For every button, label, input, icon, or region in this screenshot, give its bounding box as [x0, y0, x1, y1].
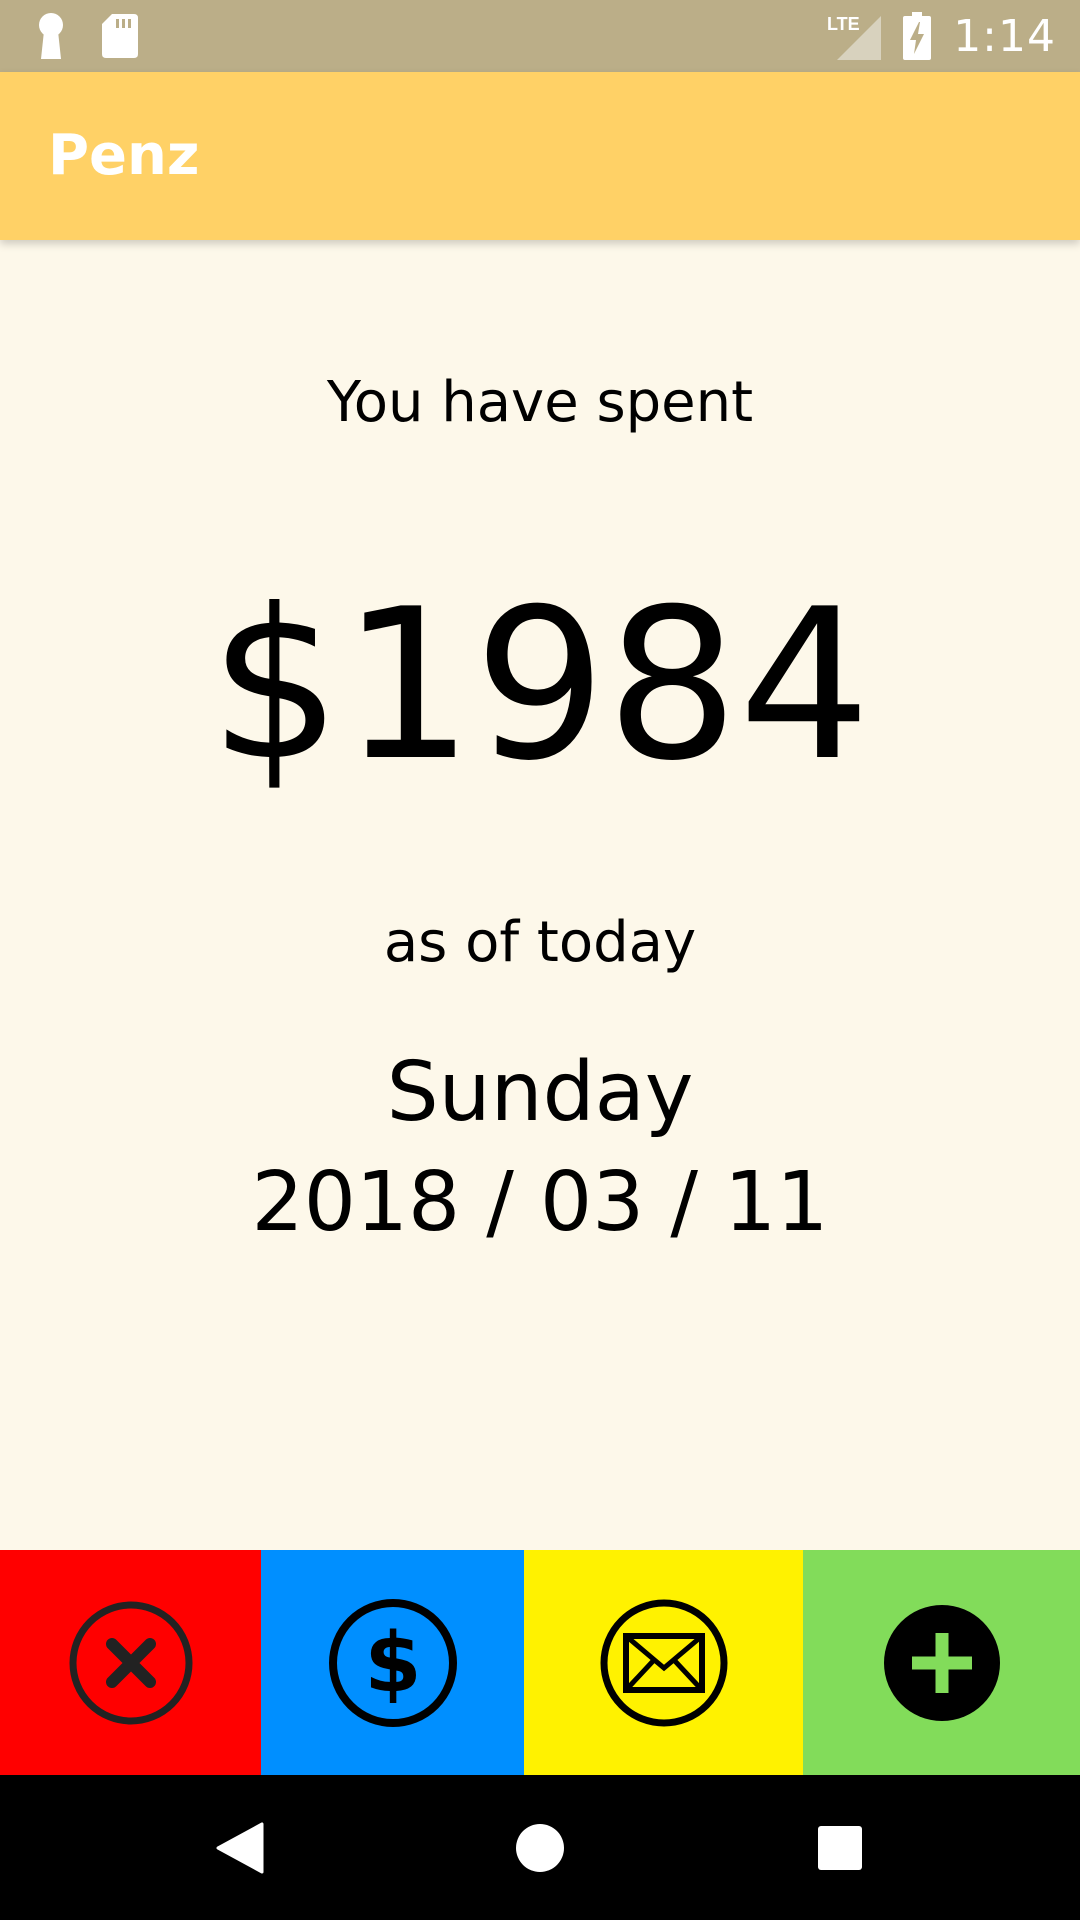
- spent-amount: $1984: [209, 565, 871, 807]
- as-of-label: as of today: [383, 910, 697, 975]
- svg-text:$: $: [364, 1616, 421, 1711]
- status-bar: LTE 1:14: [0, 0, 1080, 72]
- close-circle-icon: [69, 1601, 192, 1724]
- cancel-button[interactable]: [0, 1550, 261, 1775]
- recents-square-icon: [818, 1825, 862, 1870]
- envelope-circle-icon: [600, 1599, 727, 1726]
- date-label: 2018 / 03 / 11: [251, 1155, 829, 1250]
- sd-card-icon: [102, 14, 138, 58]
- plus-circle-icon: [883, 1604, 1000, 1721]
- app-title: Penz: [48, 123, 200, 188]
- nav-back-button[interactable]: [180, 1775, 300, 1920]
- status-bar-right: LTE 1:14: [825, 0, 1056, 72]
- keyhole-icon: [39, 13, 63, 59]
- nav-bar: [0, 1775, 1080, 1920]
- message-button[interactable]: [524, 1550, 803, 1775]
- expense-button[interactable]: $: [261, 1550, 524, 1775]
- action-bar: $: [0, 1550, 1080, 1775]
- home-circle-icon: [516, 1823, 564, 1872]
- back-triangle-icon: [216, 1822, 264, 1873]
- add-button[interactable]: [803, 1550, 1080, 1775]
- dollar-circle-icon: $: [328, 1598, 457, 1727]
- nav-recents-button[interactable]: [780, 1775, 900, 1920]
- spent-label: You have spent: [326, 370, 754, 435]
- status-bar-left: [36, 0, 138, 72]
- spending-summary: You have spent $1984 as of today Sunday …: [0, 240, 1080, 1550]
- nav-home-button[interactable]: [480, 1775, 600, 1920]
- battery-charging-icon: [903, 12, 932, 60]
- signal-icon: LTE: [827, 14, 882, 60]
- app-bar: Penz: [0, 72, 1080, 240]
- weekday-label: Sunday: [386, 1045, 694, 1140]
- network-type: LTE: [827, 14, 860, 34]
- status-time: 1:14: [953, 10, 1056, 62]
